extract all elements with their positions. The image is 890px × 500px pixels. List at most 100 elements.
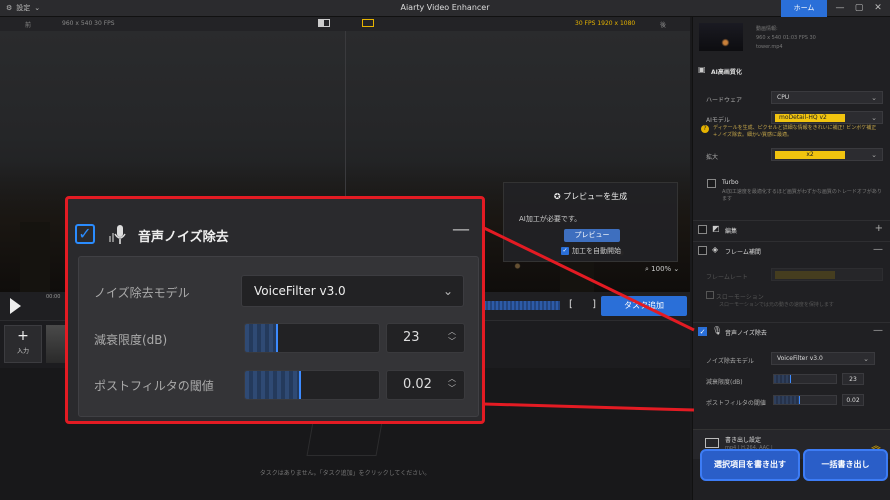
title-bar: ⚙ 設定 ⌄ Aiarty Video Enhancer ホーム — ▢ ✕ [0, 0, 890, 17]
microphone-icon [109, 225, 126, 244]
trim-brackets-icon[interactable]: [ ] [569, 299, 604, 310]
preview-header: 前 960 x 540 30 FPS 30 FPS 1920 x 1080 後 [0, 17, 690, 31]
ai-section-header: ▣ AI高画質化 [698, 65, 742, 76]
film-icon: ✪ [553, 192, 561, 201]
attenuation-slider[interactable] [773, 374, 837, 384]
plus-icon: + [17, 328, 29, 344]
edit-section-header[interactable]: ◩ 編集 + [693, 220, 890, 238]
monitor-icon [705, 438, 719, 448]
stepper-icon[interactable]: ︿ ﹀ [448, 327, 456, 347]
checkbox-checked-icon[interactable]: ✓ [75, 224, 95, 244]
noise-model-label: ノイズ除去モデル [94, 286, 190, 300]
video-meta: 960 x 540 01:03 FPS 30 [756, 35, 816, 41]
need-processing-text: AI加工が必要です。 [519, 215, 582, 223]
zoom-icon: ⌕ [645, 265, 649, 273]
model-hint: ? ディテールを生成、ピクセルと詳細な情報をきれいに補正! ビンボケ補正+ノイズ… [701, 125, 883, 139]
noise-model-select[interactable]: VoiceFilter v3.0 ⌄ [771, 352, 875, 365]
postfilter-label: ポストフィルタの閾値 [706, 400, 766, 407]
chevron-down-icon: ⌄ [863, 355, 869, 363]
frame-section-header[interactable]: ◈ フレーム補間 — [693, 241, 890, 259]
preview-button[interactable]: プレビュー [564, 229, 620, 242]
hardware-select[interactable]: CPU ⌄ [771, 91, 883, 104]
attenuation-value[interactable]: 23 [842, 373, 864, 385]
plus-icon[interactable]: + [875, 223, 883, 234]
postfilter-label: ポストフィルタの閾値 [94, 379, 214, 393]
after-label: 後 [660, 22, 667, 29]
app-title: Aiarty Video Enhancer [400, 3, 490, 12]
edit-icon: ◩ [712, 224, 720, 233]
preview-generate-panel: ✪ プレビューを生成 AI加工が必要です。 プレビュー ✓ 加工を自動開始 [503, 182, 678, 262]
microphone-icon: 🎙 [712, 326, 723, 335]
edit-checkbox[interactable] [698, 225, 707, 234]
attenuation-slider[interactable] [244, 323, 380, 353]
slowmo-checkbox[interactable] [706, 291, 714, 299]
postfilter-slider[interactable] [244, 370, 380, 400]
video-file: tower.mp4 [756, 44, 783, 50]
framerate-select[interactable] [771, 268, 883, 281]
chevron-down-icon: ⌄ [871, 151, 877, 159]
before-label: 前 [25, 22, 32, 29]
add-input-button[interactable]: + 入力 [4, 325, 42, 363]
collapse-icon[interactable]: — [452, 219, 470, 240]
model-select[interactable]: moDetail-HQ v2 ⌄ [771, 111, 883, 124]
postfilter-value[interactable]: 0.02 [842, 394, 864, 406]
video-info-label: 動画情報: [756, 26, 778, 32]
maximize-icon[interactable]: ▢ [851, 2, 867, 15]
chevron-down-icon: ⌄ [673, 265, 680, 273]
postfilter-slider[interactable] [773, 395, 837, 405]
add-task-button[interactable]: タスク追加 [601, 296, 687, 316]
before-info: 960 x 540 30 FPS [62, 20, 115, 27]
slowmo-desc: スローモーションでは元の動きの速度を保持します [719, 302, 834, 308]
checkbox-checked-icon[interactable]: ✓ [561, 247, 569, 255]
zoom-control[interactable]: ⌕ 100% ⌄ [645, 265, 679, 274]
scale-select[interactable]: x2 ⌄ [771, 148, 883, 161]
play-icon[interactable] [10, 298, 21, 314]
frame-icon: ◈ [712, 245, 719, 254]
add-input-label: 入力 [16, 348, 29, 355]
framerate-label: フレームレート [706, 274, 748, 281]
home-button[interactable]: ホーム [781, 0, 827, 17]
slowmo-label: スローモーション [715, 294, 764, 301]
chevron-down-icon: ⌄ [442, 284, 453, 298]
chevron-down-icon: ⌄ [871, 114, 877, 122]
noise-model-label: ノイズ除去モデル [706, 358, 754, 365]
chevron-down-icon: ⌄ [871, 94, 877, 102]
callout-settings: ノイズ除去モデル VoiceFilter v3.0 ⌄ 減衰限度(dB) 23 … [78, 256, 479, 417]
noise-section-header[interactable]: ✓ 🎙 音声ノイズ除去 — [693, 322, 890, 340]
auto-start-label: 加工を自動開始 [572, 247, 621, 255]
turbo-row: Turbo AI加工速度を最適化するほど画質がわずかな画質のトレードオフがありま… [693, 177, 890, 207]
minimize-icon[interactable]: — [832, 2, 848, 15]
empty-task-text: タスクはありません。「タスク追加」をクリックしてください。 [259, 470, 431, 477]
timeline-progress[interactable] [480, 301, 560, 310]
zoom-value: 100% [651, 265, 672, 273]
postfilter-input[interactable]: 0.02 ︿ ﹀ [386, 370, 465, 400]
split-view-icon[interactable] [318, 19, 330, 27]
stepper-icon[interactable]: ︿ ﹀ [448, 374, 456, 394]
close-icon[interactable]: ✕ [870, 2, 886, 15]
attenuation-label: 減衰限度(dB) [94, 333, 168, 347]
auto-start-toggle[interactable]: ✓ 加工を自動開始 [561, 246, 621, 256]
export-all-button[interactable]: 一括書き出し [803, 449, 888, 481]
scale-label: 拡大 [706, 154, 719, 161]
hardware-label: ハードウェア [706, 97, 743, 104]
noise-reduction-callout: ✓ 音声ノイズ除去 — ノイズ除去モデル VoiceFilter v3.0 ⌄ … [65, 196, 485, 424]
turbo-checkbox[interactable] [707, 179, 716, 188]
settings-panel: 動画情報: 960 x 540 01:03 FPS 30 tower.mp4 ▣… [692, 17, 890, 500]
generate-title: プレビューを生成 [563, 192, 628, 201]
attenuation-label: 減衰限度(dB) [706, 379, 743, 386]
side-by-side-icon[interactable] [362, 19, 374, 27]
noise-model-select[interactable]: VoiceFilter v3.0 ⌄ [241, 275, 464, 307]
help-icon: ? [701, 125, 709, 133]
input-thumbnail[interactable] [46, 325, 66, 363]
ai-icon: ▣ [698, 65, 706, 74]
collapse-icon[interactable]: — [873, 325, 883, 336]
attenuation-input[interactable]: 23 ︿ ﹀ [386, 323, 465, 353]
export-selected-button[interactable]: 選択項目を書き出す [700, 449, 800, 481]
collapse-icon[interactable]: — [873, 244, 883, 255]
noise-checkbox[interactable]: ✓ [698, 327, 707, 336]
video-thumbnail [699, 23, 743, 51]
frame-checkbox[interactable] [698, 246, 707, 255]
time-readout: 00:00 [46, 294, 61, 300]
after-info: 30 FPS 1920 x 1080 [575, 20, 636, 27]
callout-title: 音声ノイズ除去 [138, 230, 229, 245]
